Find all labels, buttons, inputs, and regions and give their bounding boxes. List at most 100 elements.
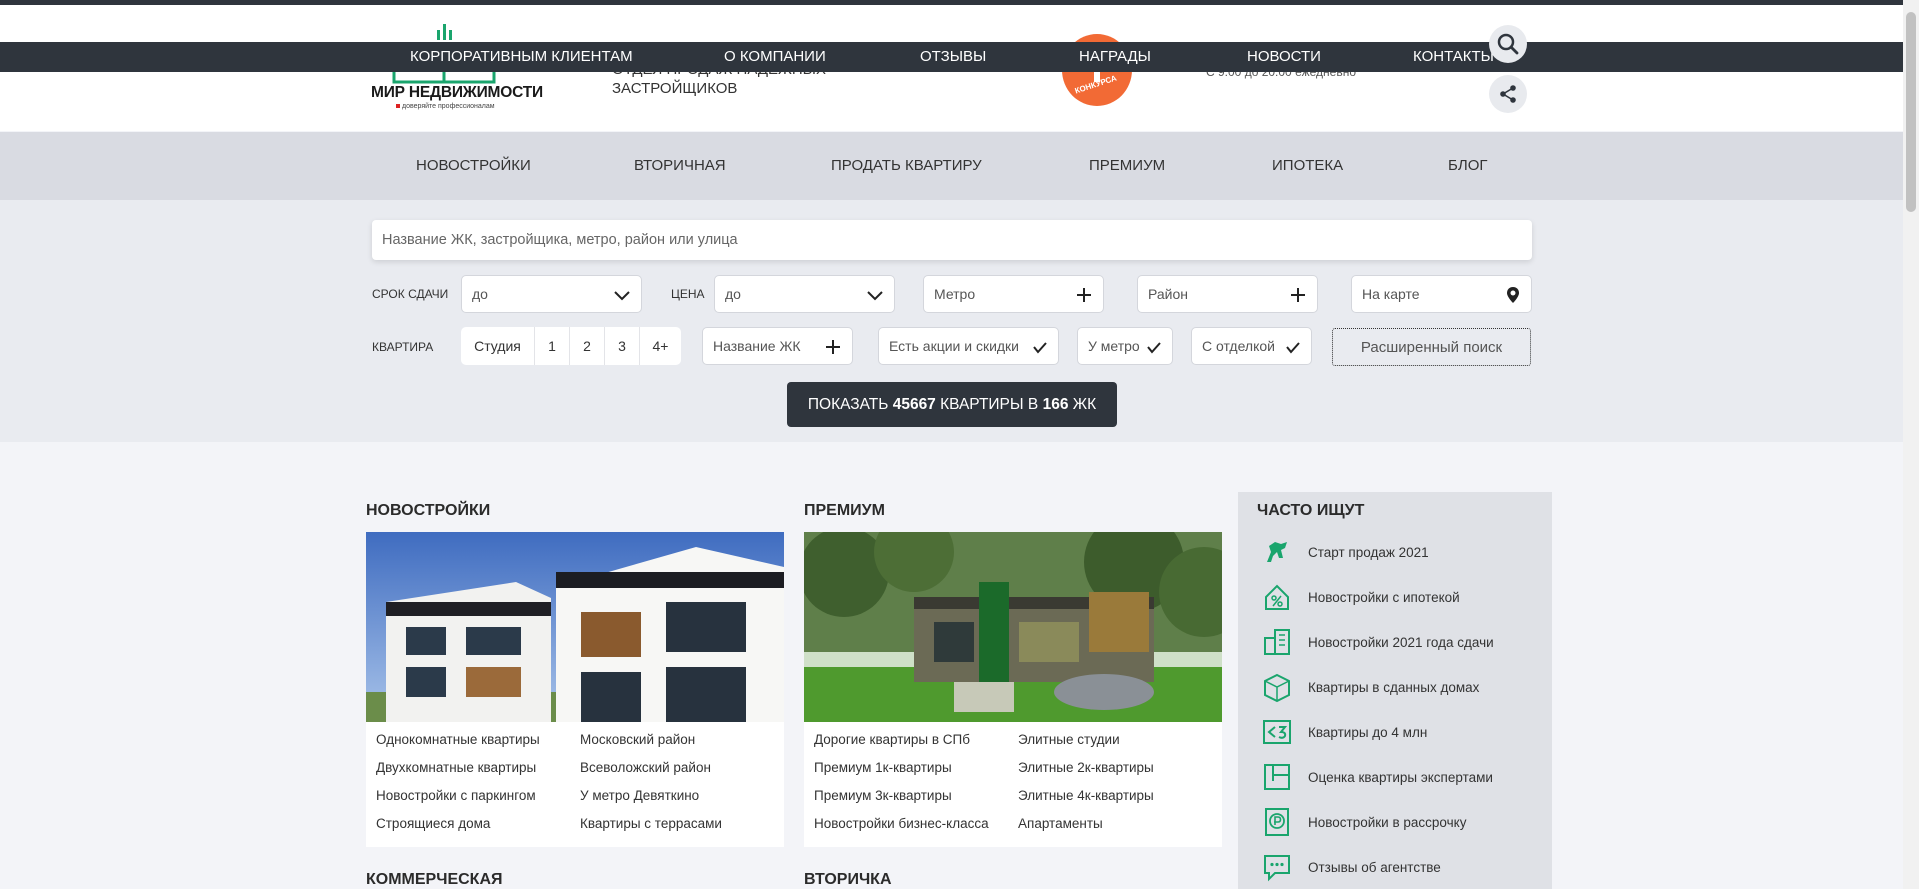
chevron-down-icon <box>867 291 883 301</box>
popular-item-label: Квартиры в сданных домах <box>1308 679 1480 695</box>
plus-icon <box>1291 288 1305 302</box>
finishing-toggle[interactable]: С отделкой <box>1191 327 1312 365</box>
popular-item-label: Новостройки в рассрочку <box>1308 814 1467 830</box>
main-nav-premium[interactable]: ПРЕМИУМ <box>1089 157 1165 174</box>
metro-select[interactable]: Метро <box>923 275 1104 313</box>
extended-search-button[interactable]: Расширенный поиск <box>1332 328 1531 366</box>
link-new-3[interactable]: Двухкомнатные квартиры <box>376 758 580 777</box>
link-new-2[interactable]: Московский район <box>580 730 780 749</box>
chevron-down-icon <box>614 291 630 301</box>
show-results-button[interactable]: ПОКАЗАТЬ 45667 КВАРТИРЫ В 166 ЖК <box>787 382 1117 427</box>
district-select[interactable]: Район <box>1137 275 1318 313</box>
rooms-studio[interactable]: Студия <box>461 327 535 365</box>
popular-item-sales-start[interactable]: Старт продаж 2021 <box>1260 534 1550 570</box>
floorplan-icon <box>1264 764 1290 790</box>
logo-name: МИР НЕДВИЖИМОСТИ <box>371 84 543 101</box>
nav-news[interactable]: НОВОСТИ <box>1247 48 1321 65</box>
nav-about[interactable]: О КОМПАНИИ <box>724 48 826 65</box>
search-button[interactable] <box>1489 25 1527 63</box>
link-new-5[interactable]: Новостройки с паркингом <box>376 786 580 805</box>
nav-contacts[interactable]: КОНТАКТЫ <box>1413 48 1494 65</box>
link-premium-1[interactable]: Дорогие квартиры в СПб <box>814 730 1018 749</box>
popular-item-reviews[interactable]: Отзывы об агентстве <box>1260 849 1550 885</box>
link-new-8[interactable]: Квартиры с террасами <box>580 814 780 833</box>
show-suffix: ЖК <box>1068 395 1097 413</box>
discounts-toggle[interactable]: Есть акции и скидки <box>878 327 1059 365</box>
link-new-7[interactable]: Строящиеся дома <box>376 814 580 833</box>
rooms-2[interactable]: 2 <box>570 327 605 365</box>
share-button[interactable] <box>1489 75 1527 113</box>
show-middle: КВАРТИРЫ В <box>935 395 1043 413</box>
link-premium-7[interactable]: Новостройки бизнес-класса <box>814 814 1018 833</box>
cube-house-icon <box>1264 673 1290 703</box>
link-premium-2[interactable]: Элитные студии <box>1018 730 1218 749</box>
complex-name-select[interactable]: Название ЖК <box>702 327 853 365</box>
link-premium-4[interactable]: Элитные 2к-квартиры <box>1018 758 1218 777</box>
near-metro-toggle[interactable]: У метро <box>1077 327 1173 365</box>
check-icon <box>1286 342 1300 354</box>
flats-count: 45667 <box>892 395 936 413</box>
map-label: На карте <box>1362 286 1420 302</box>
popular-item-label: Новостройки 2021 года сдачи <box>1308 634 1494 650</box>
nav-awards[interactable]: НАГРАДЫ <box>1079 48 1151 65</box>
section-title-new: НОВОСТРОЙКИ <box>366 502 491 519</box>
scrollbar[interactable] <box>1903 0 1919 889</box>
map-pin-icon <box>1507 287 1519 303</box>
rooms-selector: Студия 1 2 3 4+ <box>461 327 681 365</box>
rooms-3[interactable]: 3 <box>605 327 640 365</box>
flat-label: КВАРТИРА <box>372 340 434 354</box>
card-premium: Дорогие квартиры в СПб Элитные студии Пр… <box>804 532 1222 847</box>
new-buildings-image[interactable] <box>366 532 784 722</box>
popular-item-installment[interactable]: Новостройки в рассрочку <box>1260 804 1550 840</box>
horse-icon <box>1267 542 1287 562</box>
popular-item-ready[interactable]: Квартиры в сданных домах <box>1260 669 1550 705</box>
card-new: Однокомнатные квартиры Московский район … <box>366 532 784 847</box>
popular-item-mortgage[interactable]: Новостройки с ипотекой <box>1260 579 1550 615</box>
section-title-commercial: КОММЕРЧЕСКАЯ <box>366 871 503 888</box>
metro-label: Метро <box>934 286 976 302</box>
popular-item-label: Новостройки с ипотекой <box>1308 589 1460 605</box>
link-new-6[interactable]: У метро Девяткино <box>580 786 780 805</box>
popular-item-label: Старт продаж 2021 <box>1308 544 1429 560</box>
corporate-nav: КОРПОРАТИВНЫМ КЛИЕНТАМ О КОМПАНИИ ОТЗЫВЫ… <box>0 42 1903 72</box>
popular-item-evaluation[interactable]: Оценка квартиры экспертами <box>1260 759 1550 795</box>
popular-item-label: Оценка квартиры экспертами <box>1308 769 1493 785</box>
popular-item-2021[interactable]: Новостройки 2021 года сдачи <box>1260 624 1550 660</box>
link-new-4[interactable]: Всеволожский район <box>580 758 780 777</box>
popular-item-under-4m[interactable]: Квартиры до 4 млн <box>1260 714 1550 750</box>
link-premium-3[interactable]: Премиум 1к-квартиры <box>814 758 1018 777</box>
chat-icon <box>1264 855 1290 882</box>
search-input[interactable] <box>372 220 1532 260</box>
main-nav-blog[interactable]: БЛОГ <box>1448 157 1487 174</box>
deadline-value: до <box>472 286 488 302</box>
search-icon <box>1497 33 1519 55</box>
buildings-icon <box>1264 629 1290 655</box>
map-button[interactable]: На карте <box>1351 275 1532 313</box>
section-title-premium: ПРЕМИУМ <box>804 502 885 519</box>
link-new-1[interactable]: Однокомнатные квартиры <box>376 730 580 749</box>
rooms-4plus[interactable]: 4+ <box>640 327 681 365</box>
main-nav-secondary[interactable]: ВТОРИЧНАЯ <box>634 157 726 174</box>
rooms-1[interactable]: 1 <box>535 327 570 365</box>
main-nav-new[interactable]: НОВОСТРОЙКИ <box>416 157 531 174</box>
nav-reviews[interactable]: ОТЗЫВЫ <box>920 48 986 65</box>
popular-title: ЧАСТО ИЩУТ <box>1257 502 1365 519</box>
link-premium-6[interactable]: Элитные 4к-квартиры <box>1018 786 1218 805</box>
deadline-select[interactable]: до <box>461 275 642 313</box>
finishing-label: С отделкой <box>1202 338 1275 354</box>
discounts-label: Есть акции и скидки <box>889 338 1020 354</box>
nav-corporate-clients[interactable]: КОРПОРАТИВНЫМ КЛИЕНТАМ <box>410 48 633 65</box>
near-metro-label: У метро <box>1088 338 1140 354</box>
logo-slogan: доверяйте профессионалам <box>396 103 495 110</box>
new-links: Однокомнатные квартиры Московский район … <box>376 730 780 833</box>
complexes-count: 166 <box>1042 395 1069 413</box>
premium-house-image[interactable] <box>804 532 1222 722</box>
price-select[interactable]: до <box>714 275 895 313</box>
main-nav-mortgage[interactable]: ИПОТЕКА <box>1272 157 1343 174</box>
popular-item-label: Отзывы об агентстве <box>1308 859 1441 875</box>
link-premium-8[interactable]: Апартаменты <box>1018 814 1218 833</box>
price-value: до <box>725 286 741 302</box>
link-premium-5[interactable]: Премиум 3к-квартиры <box>814 786 1018 805</box>
scrollbar-thumb[interactable] <box>1906 12 1916 212</box>
main-nav-sell[interactable]: ПРОДАТЬ КВАРТИРУ <box>831 157 982 174</box>
